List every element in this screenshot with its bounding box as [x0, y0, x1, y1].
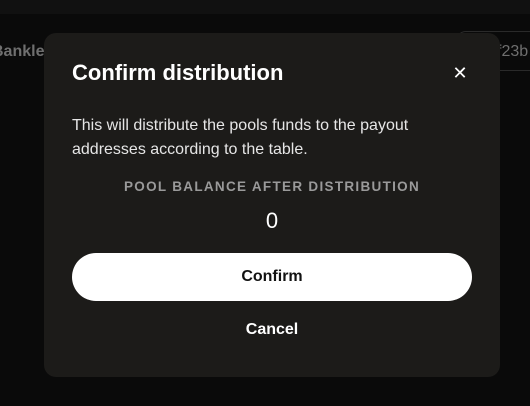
close-icon[interactable]: ✕: [448, 62, 472, 86]
confirm-distribution-dialog: Confirm distribution ✕ This will distrib…: [44, 33, 500, 377]
confirm-button[interactable]: Confirm: [72, 253, 472, 301]
dialog-description: This will distribute the pools funds to …: [72, 117, 409, 158]
brand-name: Bankle: [0, 43, 45, 60]
pool-balance-value: 0: [265, 208, 279, 233]
top-bar: [0, 0, 530, 14]
dialog-title: Confirm distribution: [72, 60, 284, 85]
cancel-button[interactable]: Cancel: [72, 315, 472, 345]
pool-balance-label: POOL BALANCE AFTER DISTRIBUTION: [123, 179, 421, 194]
